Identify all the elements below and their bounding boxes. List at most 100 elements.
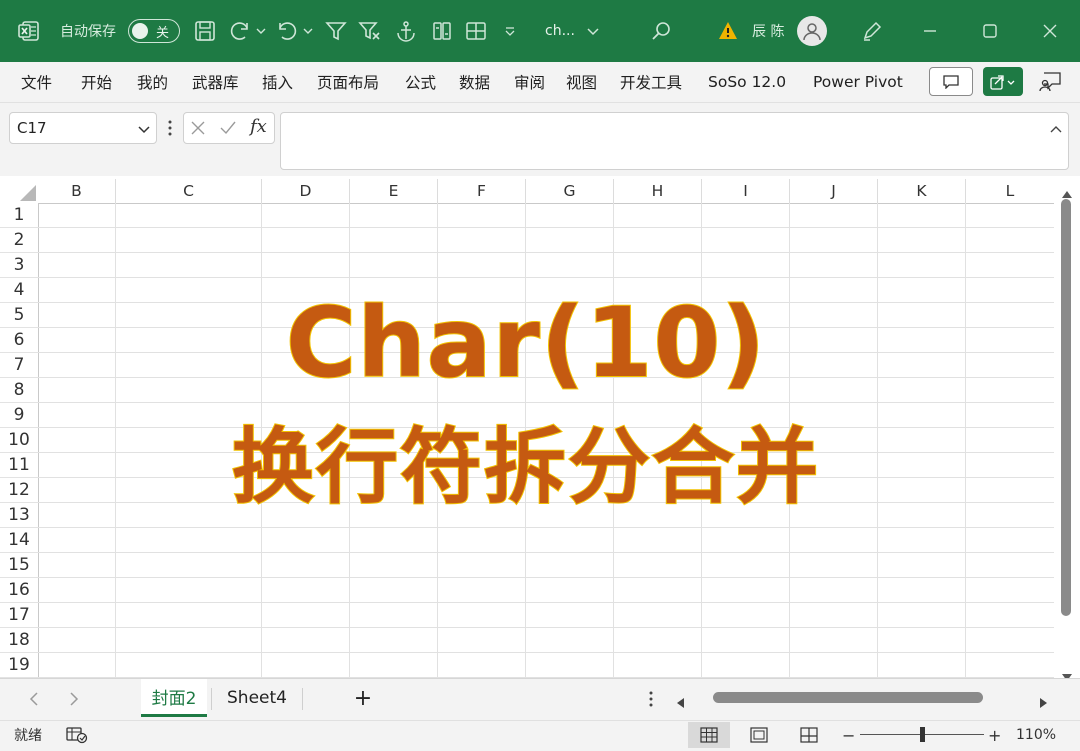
column-header-d[interactable]: D — [262, 179, 350, 203]
coauthor-icon — [1039, 71, 1061, 91]
grid-view-icon — [700, 727, 718, 743]
ribbon-tabs: 文件 开始 我的 武器库 插入 页面布局 公式 数据 审阅 视图 开发工具 So… — [0, 62, 1080, 103]
row-header-15[interactable]: 15 — [0, 553, 38, 578]
sheet-options-icon[interactable] — [649, 691, 653, 711]
customize-qat-icon[interactable] — [504, 0, 516, 62]
cancel-icon[interactable] — [190, 120, 206, 140]
cover-title-line1: Char(10) — [285, 287, 767, 399]
tab-view[interactable]: 视图 — [566, 62, 597, 102]
add-sheet-button[interactable]: + — [345, 679, 381, 717]
horizontal-scroll-thumb[interactable] — [713, 692, 983, 703]
row-header-2[interactable]: 2 — [0, 228, 38, 253]
tab-data[interactable]: 数据 — [459, 62, 490, 102]
tab-mine[interactable]: 我的 — [137, 62, 168, 102]
column-headers: B C D E F G H I J K L — [38, 179, 1054, 204]
warning-icon[interactable] — [718, 0, 738, 62]
autosave-toggle[interactable]: 关 — [128, 0, 180, 62]
name-box-value: C17 — [17, 119, 47, 137]
insert-function-button[interactable]: fx — [250, 116, 267, 137]
status-bar: 就绪 − + 110% — [0, 720, 1080, 751]
vertical-scroll-thumb[interactable] — [1061, 199, 1071, 616]
share-button[interactable] — [983, 67, 1023, 96]
redo-dropdown-icon[interactable] — [256, 0, 266, 62]
zoom-out-button[interactable]: − — [842, 721, 855, 749]
tab-formulas[interactable]: 公式 — [405, 62, 436, 102]
row-header-16[interactable]: 16 — [0, 578, 38, 603]
normal-view-button[interactable] — [688, 722, 730, 748]
page-break-icon — [800, 727, 818, 743]
anchor-icon[interactable] — [395, 0, 417, 62]
column-header-e[interactable]: E — [350, 179, 438, 203]
search-icon[interactable] — [651, 0, 671, 62]
accessibility-icon[interactable] — [66, 726, 88, 748]
next-sheet-icon[interactable] — [69, 691, 79, 710]
save-icon[interactable] — [194, 0, 216, 62]
filter-icon[interactable] — [325, 0, 347, 62]
column-header-g[interactable]: G — [526, 179, 614, 203]
sort-icon[interactable] — [431, 0, 453, 62]
pen-icon[interactable] — [861, 0, 883, 62]
page-layout-view-button[interactable] — [738, 722, 780, 748]
collapse-formula-bar-icon[interactable] — [1050, 119, 1062, 138]
sheet-tab-sheet4[interactable]: Sheet4 — [218, 679, 296, 717]
tab-soso[interactable]: SoSo 12.0 — [708, 62, 786, 102]
enter-check-icon[interactable] — [219, 120, 237, 140]
column-header-j[interactable]: J — [790, 179, 878, 203]
undo-dropdown-icon[interactable] — [303, 0, 313, 62]
tab-file[interactable]: 文件 — [21, 62, 52, 102]
scroll-right-icon[interactable] — [1040, 693, 1048, 712]
sheet-tab-cover2[interactable]: 封面2 — [141, 679, 207, 717]
clear-filter-icon[interactable] — [358, 0, 382, 62]
doc-name-dropdown-icon[interactable] — [587, 0, 599, 62]
row-header-3[interactable]: 3 — [0, 253, 38, 278]
maximize-icon[interactable] — [982, 0, 998, 62]
more-options-icon[interactable] — [168, 120, 172, 140]
column-header-k[interactable]: K — [878, 179, 966, 203]
column-header-l[interactable]: L — [966, 179, 1054, 203]
formula-bar-area: C17 fx — [0, 103, 1080, 176]
tab-developer[interactable]: 开发工具 — [620, 62, 682, 102]
layout-icon[interactable] — [465, 0, 487, 62]
row-header-19[interactable]: 19 — [0, 653, 38, 678]
tab-page-layout[interactable]: 页面布局 — [317, 62, 379, 102]
column-header-f[interactable]: F — [438, 179, 526, 203]
cover-title-line2: 换行符拆分合并 — [231, 419, 820, 516]
formula-buttons: fx — [183, 112, 275, 144]
select-all-corner[interactable] — [0, 179, 38, 203]
tab-home[interactable]: 开始 — [81, 62, 112, 102]
undo-icon[interactable] — [276, 0, 298, 62]
person-icon — [803, 23, 821, 41]
tab-review[interactable]: 审阅 — [514, 62, 545, 102]
row-header-1[interactable]: 1 — [0, 203, 38, 228]
coauthor-button[interactable] — [1035, 67, 1065, 96]
redo-icon[interactable] — [229, 0, 251, 62]
tab-arsenal[interactable]: 武器库 — [192, 62, 239, 102]
comments-button[interactable] — [929, 67, 973, 96]
zoom-slider-handle[interactable] — [920, 727, 925, 742]
zoom-level[interactable]: 110% — [1016, 721, 1056, 749]
chevron-down-icon[interactable] — [138, 121, 150, 139]
ready-status: 就绪 — [14, 728, 42, 744]
document-name[interactable]: ch... — [545, 0, 575, 62]
minimize-icon[interactable] — [922, 0, 938, 62]
close-icon[interactable] — [1042, 0, 1058, 62]
page-break-view-button[interactable] — [788, 722, 830, 748]
name-box[interactable]: C17 — [9, 112, 157, 144]
row-header-17[interactable]: 17 — [0, 603, 38, 628]
tab-power-pivot[interactable]: Power Pivot — [813, 62, 903, 102]
prev-sheet-icon[interactable] — [29, 691, 39, 710]
tab-insert[interactable]: 插入 — [262, 62, 293, 102]
autosave-label: 自动保存 — [60, 24, 116, 40]
scroll-left-icon[interactable] — [676, 693, 684, 712]
zoom-in-button[interactable]: + — [988, 721, 1001, 749]
column-header-c[interactable]: C — [116, 179, 262, 203]
user-avatar[interactable] — [797, 0, 827, 62]
formula-input[interactable] — [280, 112, 1069, 170]
column-header-i[interactable]: I — [702, 179, 790, 203]
column-header-b[interactable]: B — [38, 179, 116, 203]
page-layout-icon — [750, 727, 768, 743]
user-name[interactable]: 辰 陈 — [752, 0, 784, 62]
column-header-h[interactable]: H — [614, 179, 702, 203]
row-header-18[interactable]: 18 — [0, 628, 38, 653]
row-header-14[interactable]: 14 — [0, 528, 38, 553]
